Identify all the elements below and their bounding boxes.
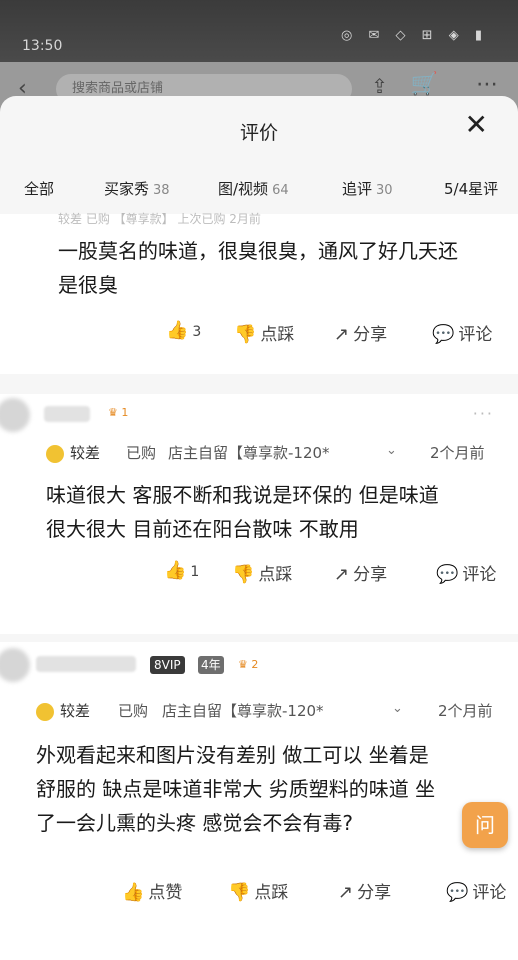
review-card: 8VIP 4年 ♛ 2 较差 已购 店主自留【尊享款-120* ⌄ 2个月前 外… <box>0 642 518 960</box>
variant-label: 店主自留【尊享款-120* <box>168 444 330 462</box>
review-actions: 👍 3 👎 点踩 ↗ 分享 💬 评论 <box>0 320 518 350</box>
share-icon[interactable]: ⇪ <box>371 74 388 98</box>
review-actions: 👍 点赞 👎 点踩 ↗ 分享 💬 评论 <box>0 878 518 908</box>
avatar[interactable] <box>0 648 30 682</box>
ask-floating-button[interactable]: 问 <box>462 802 508 848</box>
dislike-button[interactable]: 👎 点踩 <box>232 560 292 585</box>
user-level-badge: ♛ 2 <box>238 658 259 671</box>
tab-follow-up[interactable]: 追评 30 <box>342 178 393 199</box>
review-meta-cut: 较差 已购 【尊享款】 上次已购 2月前 <box>58 212 261 226</box>
rating-label: 较差 <box>60 702 91 720</box>
user-level-badge: ♛ 1 <box>108 406 129 419</box>
review-text: 一股莫名的味道，很臭很臭，通风了好几天还 是很臭 <box>58 239 458 297</box>
thumbs-up-icon: 👍 <box>166 320 189 341</box>
dislike-button[interactable]: 👎 点踩 <box>228 878 288 903</box>
review-text: 味道很大 客服不断和我说是环保的 但是味道 很大很大 目前还在阳台散味 不敢用 <box>46 483 439 541</box>
comment-button[interactable]: 💬 评论 <box>432 320 492 345</box>
comment-icon: 💬 <box>432 324 455 345</box>
variant-label: 店主自留【尊享款-120* <box>162 702 324 720</box>
thumbs-down-icon: 👎 <box>232 564 255 585</box>
like-button[interactable]: 👍 1 <box>164 560 199 581</box>
share-button[interactable]: ↗ 分享 <box>338 878 391 903</box>
bought-label: 已购 <box>126 444 157 462</box>
more-icon[interactable]: ⋯ <box>476 72 498 97</box>
share-arrow-icon: ↗ <box>334 564 350 585</box>
tab-all[interactable]: 全部 <box>24 178 54 199</box>
rating-face-icon <box>46 445 64 463</box>
review-meta: 较差 已购 店主自留【尊享款-120* ⌄ 2个月前 <box>0 442 518 466</box>
thumbs-up-icon: 👍 <box>164 560 187 581</box>
username-blurred <box>36 656 136 672</box>
vip-badge: 8VIP <box>150 656 185 674</box>
comment-icon: 💬 <box>436 564 459 585</box>
username-blurred <box>44 406 90 422</box>
like-button[interactable]: 👍 点赞 <box>122 878 182 903</box>
share-button[interactable]: ↗ 分享 <box>334 560 387 585</box>
thumbs-down-icon: 👎 <box>234 324 257 345</box>
thumbs-up-icon: 👍 <box>122 882 145 903</box>
share-arrow-icon: ↗ <box>334 324 350 345</box>
status-time: 13:50 <box>22 38 63 54</box>
chevron-down-icon[interactable]: ⌄ <box>386 443 397 458</box>
comment-icon: 💬 <box>446 882 469 903</box>
review-card: ♛ 1 ··· 较差 已购 店主自留【尊享款-120* ⌄ 2个月前 味道很大 … <box>0 394 518 634</box>
status-bar: 13:50 ◎ ✉ ◇ ⊞ ◈ ▮ <box>0 0 518 62</box>
rating-label: 较差 <box>70 444 101 462</box>
review-meta: 较差 已购 店主自留【尊享款-120* ⌄ 2个月前 <box>0 700 518 724</box>
review-filter-tabs: 全部 买家秀 38 图/视频 64 追评 30 5/4星评 <box>0 178 518 208</box>
dislike-button[interactable]: 👎 点踩 <box>234 320 294 345</box>
tab-buyer-show[interactable]: 买家秀 38 <box>104 178 170 199</box>
comment-button[interactable]: 💬 评论 <box>446 878 506 903</box>
member-years-badge: 4年 <box>198 656 224 674</box>
review-actions: 👍 1 👎 点踩 ↗ 分享 💬 评论 <box>0 560 518 590</box>
cart-icon[interactable]: 🛒 <box>411 72 438 97</box>
more-options-icon[interactable]: ··· <box>473 404 494 423</box>
bought-label: 已购 <box>118 702 149 720</box>
chevron-down-icon[interactable]: ⌄ <box>392 701 403 716</box>
review-card: 较差 已购 【尊享款】 上次已购 2月前 一股莫名的味道，很臭很臭，通风了好几天… <box>0 212 518 374</box>
review-text: 外观看起来和图片没有差别 做工可以 坐着是 舒服的 缺点是味道非常大 劣质塑料的… <box>36 743 436 835</box>
tab-photo-video[interactable]: 图/视频 64 <box>218 178 289 199</box>
share-arrow-icon: ↗ <box>338 882 354 903</box>
reviews-sheet: 评价 ✕ 全部 买家秀 38 图/视频 64 追评 30 5/4星评 较差 已购 【尊… <box>0 96 518 960</box>
close-icon[interactable]: ✕ <box>465 108 488 141</box>
thumbs-down-icon: 👎 <box>228 882 251 903</box>
review-date: 2个月前 <box>438 702 493 720</box>
comment-button[interactable]: 💬 评论 <box>436 560 496 585</box>
rating-face-icon <box>36 703 54 721</box>
like-button[interactable]: 👍 3 <box>166 320 201 341</box>
review-date: 2个月前 <box>430 444 485 462</box>
status-icons: ◎ ✉ ◇ ⊞ ◈ ▮ <box>341 28 488 43</box>
sheet-title: 评价 <box>239 122 278 144</box>
avatar[interactable] <box>0 398 30 432</box>
share-button[interactable]: ↗ 分享 <box>334 320 387 345</box>
tab-5-4-star[interactable]: 5/4星评 <box>444 178 498 199</box>
